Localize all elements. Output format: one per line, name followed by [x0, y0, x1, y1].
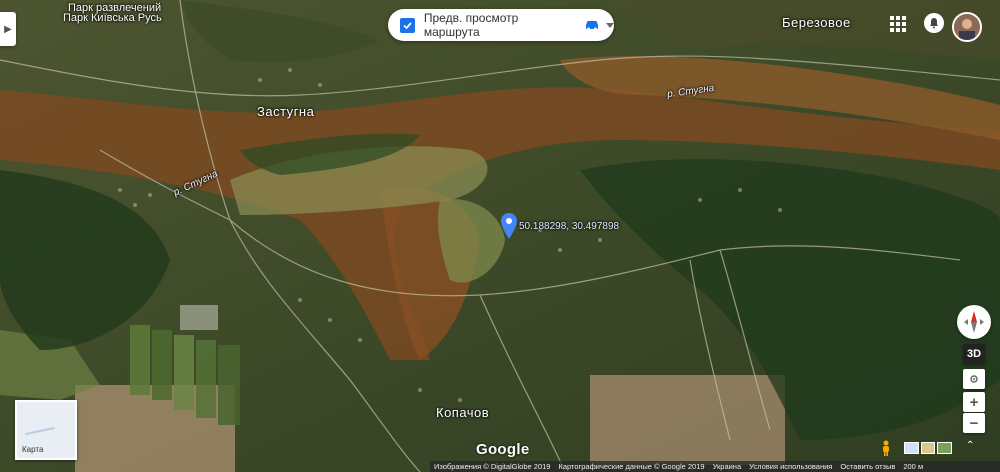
layers-preview[interactable]	[904, 442, 953, 454]
collapse-panel-button[interactable]: ▶	[0, 12, 16, 46]
satellite-map[interactable]	[0, 0, 1000, 472]
chevron-right-icon: ▶	[4, 23, 12, 35]
layer-satellite-thumb[interactable]	[937, 442, 953, 454]
user-avatar[interactable]	[952, 12, 982, 42]
minimap-road	[25, 426, 55, 436]
zoom-in-button[interactable]: +	[963, 392, 985, 412]
terms-link[interactable]: Условия использования	[749, 462, 832, 471]
apps-grid-icon[interactable]	[890, 16, 906, 32]
my-location-icon[interactable]	[963, 369, 985, 389]
place-label-kopachov[interactable]: Копачов	[436, 405, 489, 420]
imagery-credit: Изображения © DigitalGlobe 2019	[434, 462, 551, 471]
attribution-bar: Изображения © DigitalGlobe 2019 Картогра…	[430, 461, 1000, 472]
route-preview-toggle[interactable]: Предв. просмотр маршрута	[388, 9, 614, 41]
place-label-berezovoe[interactable]: Березовое	[782, 15, 851, 30]
layer-map-thumb[interactable]	[904, 442, 919, 454]
location-pin-icon[interactable]	[501, 213, 517, 239]
compass-icon[interactable]	[957, 305, 991, 339]
tilt-3d-button[interactable]: 3D	[963, 344, 985, 364]
checkbox-icon[interactable]	[400, 17, 415, 33]
route-preview-label: Предв. просмотр маршрута	[423, 11, 519, 39]
zoom-out-button[interactable]: −	[963, 413, 985, 433]
feedback-link[interactable]: Оставить отзыв	[840, 462, 895, 471]
expand-icon[interactable]: ⌃	[966, 440, 974, 451]
marker-coordinates[interactable]: 50.188298, 30.497898	[519, 221, 619, 232]
park-label-ua[interactable]: Парк Київська Русь	[63, 12, 162, 24]
country-label[interactable]: Украина	[713, 462, 742, 471]
chevron-down-icon[interactable]	[606, 22, 614, 28]
car-icon[interactable]	[584, 19, 600, 31]
minimap-label: Карта	[22, 445, 44, 454]
google-logo: Google	[476, 441, 530, 458]
bell-icon[interactable]	[924, 13, 944, 33]
mapdata-credit: Картографические данные © Google 2019	[558, 462, 705, 471]
scale-label[interactable]: 200 м	[903, 462, 923, 471]
pegman-icon[interactable]	[880, 440, 892, 456]
layer-terrain-thumb[interactable]	[920, 442, 936, 454]
place-label-zastugna[interactable]: Застугна	[257, 104, 314, 119]
map-type-toggle[interactable]: Карта	[15, 400, 77, 460]
